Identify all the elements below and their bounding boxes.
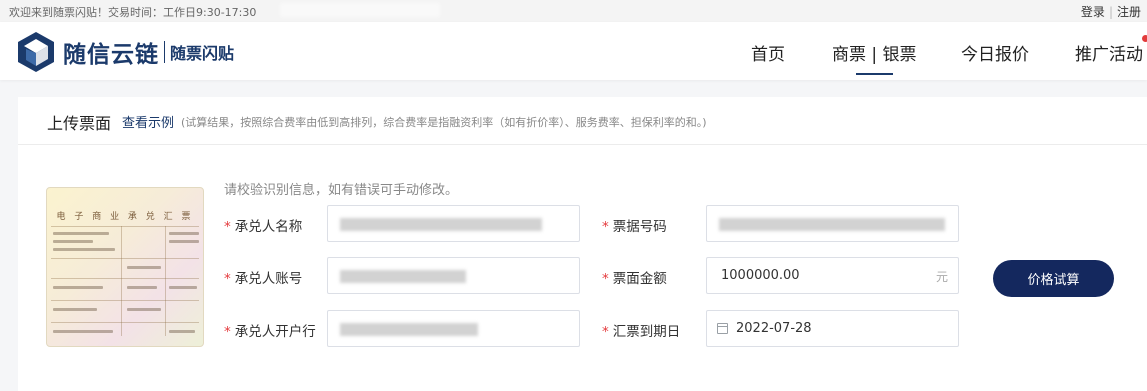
bill-line [51, 300, 199, 301]
bill-line [51, 278, 199, 279]
redacted-value [340, 323, 478, 336]
nav-bills[interactable]: 商票 | 银票 [832, 40, 917, 75]
acceptor-name-input[interactable] [327, 205, 580, 242]
required-mark: * [602, 271, 609, 287]
redacted-value [340, 218, 542, 231]
top-info-bar: 欢迎来到随票闪贴！交易时间：工作日9:30-17:30 登录 | 注册 [0, 0, 1147, 22]
auth-links: 登录 | 注册 [1081, 3, 1141, 20]
bill-vline [165, 226, 166, 336]
acceptor-name-label-text: 承兑人名称 [234, 219, 303, 235]
bill-number-input[interactable] [706, 205, 959, 242]
bill-line [51, 322, 199, 323]
bill-text-line [53, 240, 93, 243]
brand-name: 随信云链 [63, 42, 159, 68]
required-mark: * [224, 219, 231, 235]
price-calc-button[interactable]: 价格试算 [993, 260, 1114, 297]
redacted-value [340, 270, 466, 283]
view-sample-link[interactable]: 查看示例 [122, 112, 174, 131]
bill-text-line [127, 286, 157, 289]
register-link[interactable]: 注册 [1117, 5, 1141, 19]
nav-promotion[interactable]: 推广活动 [1075, 35, 1147, 65]
acceptor-name-label: * 承兑人名称 [224, 215, 302, 235]
cube-logo-icon [18, 32, 54, 72]
bill-text-line [53, 248, 115, 251]
login-link[interactable]: 登录 [1081, 5, 1105, 19]
notification-dot [1142, 35, 1147, 42]
acceptor-bank-label: * 承兑人开户行 [224, 320, 316, 340]
acceptor-account-input[interactable] [327, 257, 580, 294]
site-logo[interactable]: 随信云链 随票闪贴 [17, 31, 234, 73]
required-mark: * [602, 219, 609, 235]
amount-value: 1000000.00 [721, 268, 800, 283]
bill-text-line [127, 308, 161, 311]
bill-vline [121, 226, 122, 336]
bill-line [51, 226, 199, 227]
acceptor-account-label: * 承兑人账号 [224, 267, 302, 287]
redacted-value [719, 218, 945, 231]
card-header: 上传票面 查看示例 (试算结果，按照综合费率由低到高排列，综合费率是指融资利率（… [18, 97, 1147, 145]
bill-text-line [169, 330, 195, 333]
rate-note: (试算结果，按照综合费率由低到高排列，综合费率是指融资利率（如有折价率）、服务费… [181, 116, 707, 129]
logo-divider [164, 41, 165, 63]
amount-unit: 元 [935, 270, 948, 284]
due-date-label-text: 汇票到期日 [612, 324, 681, 340]
bill-number-label: * 票据号码 [602, 215, 667, 235]
verify-hint: 请校验识别信息，如有错误可手动修改。 [224, 183, 459, 198]
bill-text-line [53, 330, 113, 333]
nav-today-quote[interactable]: 今日报价 [961, 40, 1029, 65]
bill-text-line [53, 308, 97, 311]
bill-number-label-text: 票据号码 [612, 219, 667, 235]
amount-input[interactable]: 1000000.00 元 [706, 257, 959, 294]
due-date-label: * 汇票到期日 [602, 320, 680, 340]
bill-line [51, 258, 199, 259]
redacted-area [280, 3, 440, 17]
amount-label-text: 票面金额 [612, 271, 667, 287]
acceptor-bank-label-text: 承兑人开户行 [234, 324, 316, 340]
welcome-text: 欢迎来到随票闪贴！交易时间：工作日9:30-17:30 [9, 6, 257, 19]
amount-label: * 票面金额 [602, 267, 667, 287]
auth-separator: | [1108, 5, 1113, 19]
bill-text-line [127, 266, 161, 269]
required-mark: * [224, 324, 231, 340]
bill-image-title: 电 子 商 业 承 兑 汇 票 [56, 212, 194, 222]
site-header: 随信云链 随票闪贴 首页 商票 | 银票 今日报价 推广活动 [0, 22, 1147, 80]
nav-promotion-label: 推广活动 [1075, 45, 1143, 65]
bill-image-preview[interactable]: 电 子 商 业 承 兑 汇 票 [46, 187, 204, 347]
bill-text-line [169, 240, 199, 243]
calendar-icon [717, 323, 728, 334]
due-date-value: 2022-07-28 [736, 321, 812, 336]
bill-text-line [169, 232, 199, 235]
card-title: 上传票面 [47, 114, 112, 133]
acceptor-bank-input[interactable] [327, 310, 580, 347]
required-mark: * [602, 324, 609, 340]
due-date-input[interactable]: 2022-07-28 [706, 310, 959, 347]
nav-home[interactable]: 首页 [751, 40, 785, 65]
upload-card: 上传票面 查看示例 (试算结果，按照综合费率由低到高排列，综合费率是指融资利率（… [18, 97, 1147, 391]
acceptor-account-label-text: 承兑人账号 [234, 271, 303, 287]
sub-brand-name: 随票闪贴 [170, 44, 235, 63]
required-mark: * [224, 271, 231, 287]
bill-text-line [53, 232, 109, 235]
bill-text-line [53, 286, 103, 289]
bill-text-line [169, 286, 197, 289]
